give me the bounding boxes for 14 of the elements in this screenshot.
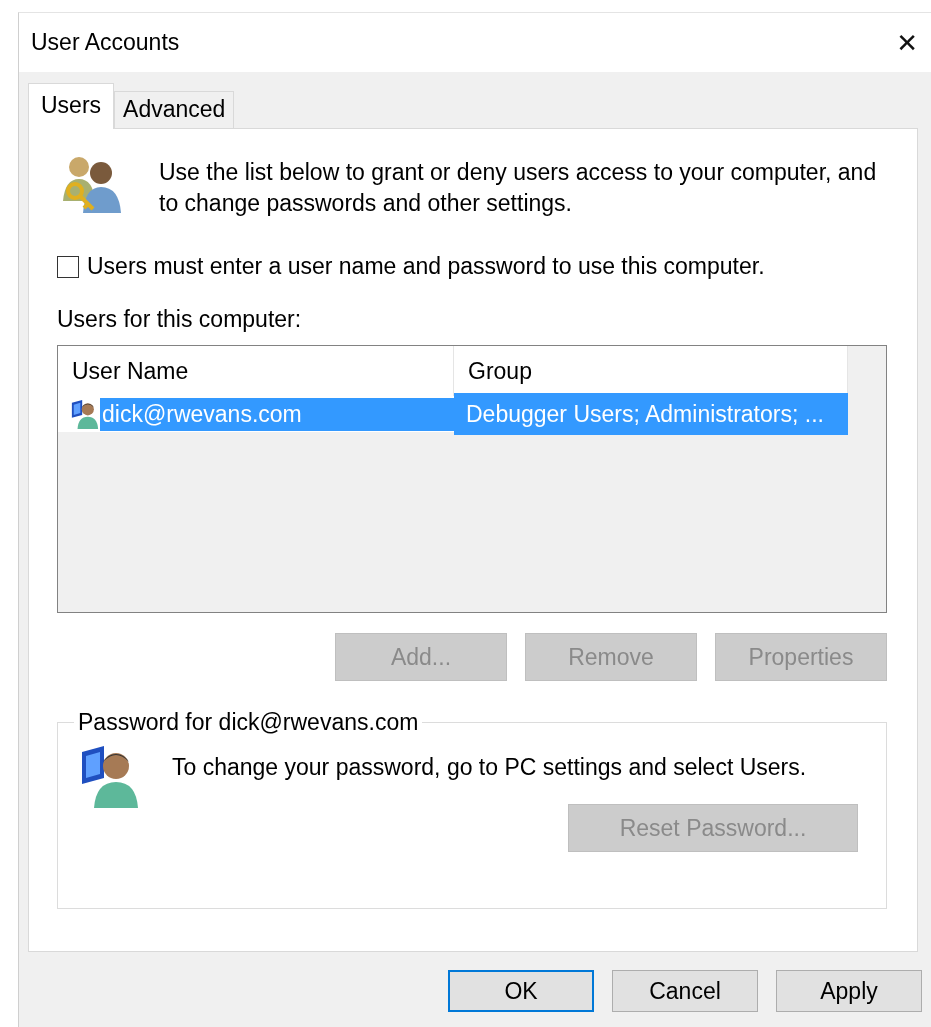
list-label: Users for this computer: — [57, 306, 303, 333]
intro-text: Use the list below to grant or deny users access to your computer, and to change passwords and other settings. — [159, 158, 878, 218]
group-title: Password for dick@rwevans.com — [77, 709, 420, 736]
close-button[interactable]: ✕ — [890, 27, 924, 58]
dialog-button[interactable]: OK — [448, 970, 594, 1012]
dialog-button[interactable]: Apply — [776, 970, 922, 1012]
checkbox[interactable] — [57, 255, 79, 278]
checkbox-label[interactable]: Users must enter a user name and password to use this computer. — [87, 253, 765, 280]
tab[interactable]: Advanced — [114, 91, 235, 128]
tab[interactable]: Users — [28, 83, 115, 129]
window-title: User Accounts — [31, 29, 180, 56]
dialog-button[interactable]: Cancel — [612, 970, 758, 1012]
password-hint: To change your password, go to PC settings and select Users. — [172, 754, 807, 781]
user-computer-icon — [70, 399, 100, 429]
